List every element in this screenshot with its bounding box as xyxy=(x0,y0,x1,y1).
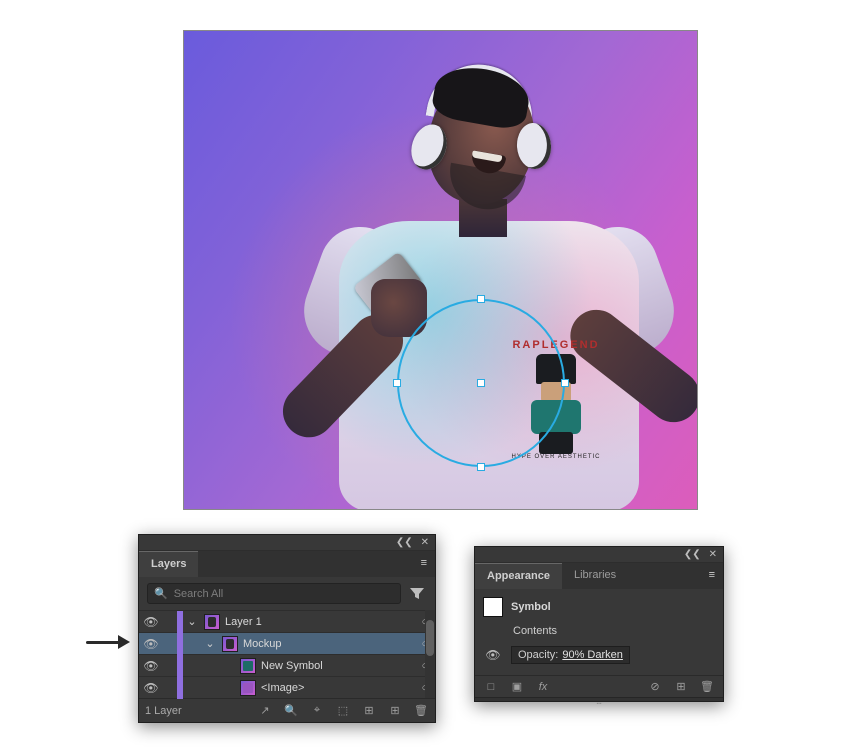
tshirt-graphic: RAPLEGEND HYPE OVER AESTHETIC xyxy=(489,339,623,489)
search-input[interactable]: 🔍 Search All xyxy=(147,583,401,604)
object-type-label: Symbol xyxy=(511,601,551,613)
layer-name[interactable]: Mockup xyxy=(243,638,415,650)
opacity-value: 90% Darken xyxy=(562,649,623,661)
selection-handle-center[interactable] xyxy=(477,379,485,387)
layer-count: 1 Layer xyxy=(145,705,182,717)
scrollbar[interactable] xyxy=(425,610,435,698)
artboard-canvas[interactable]: RAPLEGEND HYPE OVER AESTHETIC xyxy=(183,30,698,510)
opacity-label: Opacity: xyxy=(518,649,558,661)
stroke-icon[interactable]: ▣ xyxy=(509,680,525,693)
delete-icon[interactable]: 🗑 xyxy=(699,680,715,693)
popout-icon[interactable]: ↗ xyxy=(257,704,273,717)
layers-footer: 1 Layer ↗ 🔍 ⌖ ⬚ ⊞ ⊞ 🗑 xyxy=(139,698,435,722)
layer-row[interactable]: 👁 New Symbol ○ xyxy=(139,654,435,676)
layer-name[interactable]: Layer 1 xyxy=(225,616,415,628)
layer-name[interactable]: <Image> xyxy=(261,682,415,694)
no-fill-icon[interactable]: □ xyxy=(483,681,499,693)
search-placeholder: Search All xyxy=(174,588,224,600)
layer-thumbnail xyxy=(240,658,256,674)
visibility-toggle[interactable]: 👁 xyxy=(139,615,163,629)
clip-mask-icon[interactable]: ⬚ xyxy=(335,704,351,717)
collapse-icon[interactable]: ❮❮ xyxy=(396,537,413,548)
layer-thumbnail xyxy=(204,614,220,630)
layer-row[interactable]: 👁 <Image> ○ xyxy=(139,676,435,698)
tab-libraries[interactable]: Libraries xyxy=(562,563,628,589)
fx-icon[interactable]: fx xyxy=(535,681,551,693)
contents-row[interactable]: Contents xyxy=(513,625,557,637)
duplicate-icon[interactable]: ⊞ xyxy=(673,680,689,693)
delete-icon[interactable]: 🗑 xyxy=(413,704,429,717)
appearance-panel: ❮❮ ✕ Appearance Libraries ≡ Symbol Conte… xyxy=(474,546,724,702)
graphic-title: RAPLEGEND xyxy=(489,339,623,351)
clear-icon[interactable]: ⊘ xyxy=(647,680,663,693)
appearance-footer: □ ▣ fx ⊘ ⊞ 🗑 xyxy=(475,675,723,697)
scrollbar-thumb[interactable] xyxy=(426,620,434,656)
layer-row[interactable]: 👁 ⌄ Mockup ○ xyxy=(139,632,435,654)
locate-layer-icon[interactable]: ⌖ xyxy=(309,704,325,717)
new-sublayer-icon[interactable]: ⊞ xyxy=(361,704,377,717)
layer-name[interactable]: New Symbol xyxy=(261,660,415,672)
layer-row[interactable]: 👁 ⌄ Layer 1 ○ xyxy=(139,610,435,632)
selection-handle-top[interactable] xyxy=(477,295,485,303)
panel-menu-icon[interactable]: ≡ xyxy=(701,563,723,589)
search-icon: 🔍 xyxy=(154,587,168,600)
opacity-field[interactable]: Opacity: 90% Darken xyxy=(511,646,630,664)
visibility-toggle[interactable]: 👁 xyxy=(139,637,163,651)
disclosure-icon[interactable]: ⌄ xyxy=(203,637,217,650)
appearance-swatch[interactable] xyxy=(483,597,503,617)
visibility-toggle[interactable]: 👁 xyxy=(483,648,503,662)
selection-handle-right[interactable] xyxy=(561,379,569,387)
filter-icon[interactable] xyxy=(407,584,427,604)
locate-icon[interactable]: 🔍 xyxy=(283,704,299,717)
panel-menu-icon[interactable]: ≡ xyxy=(413,551,435,577)
placed-image: RAPLEGEND HYPE OVER AESTHETIC xyxy=(299,61,599,510)
collapse-icon[interactable]: ❮❮ xyxy=(684,549,701,560)
layers-panel: ❮❮ ✕ Layers ≡ 🔍 Search All 👁 ⌄ Layer 1 ○… xyxy=(138,534,436,723)
close-icon[interactable]: ✕ xyxy=(709,549,717,560)
selection-handle-bottom[interactable] xyxy=(477,463,485,471)
tab-appearance[interactable]: Appearance xyxy=(475,563,562,589)
layer-thumbnail xyxy=(222,636,238,652)
selection-handle-left[interactable] xyxy=(393,379,401,387)
visibility-toggle[interactable]: 👁 xyxy=(139,681,163,695)
layer-thumbnail xyxy=(240,680,256,696)
annotation-arrow xyxy=(86,635,130,649)
new-layer-icon[interactable]: ⊞ xyxy=(387,704,403,717)
tab-layers[interactable]: Layers xyxy=(139,551,198,577)
visibility-toggle[interactable]: 👁 xyxy=(139,659,163,673)
disclosure-icon[interactable]: ⌄ xyxy=(185,615,199,628)
layer-list: 👁 ⌄ Layer 1 ○ 👁 ⌄ Mockup ○ 👁 New Symbol xyxy=(139,610,435,698)
resize-grip[interactable]: ┄ xyxy=(475,697,723,701)
close-icon[interactable]: ✕ xyxy=(421,537,429,548)
graphic-subtitle: HYPE OVER AESTHETIC xyxy=(489,454,623,460)
